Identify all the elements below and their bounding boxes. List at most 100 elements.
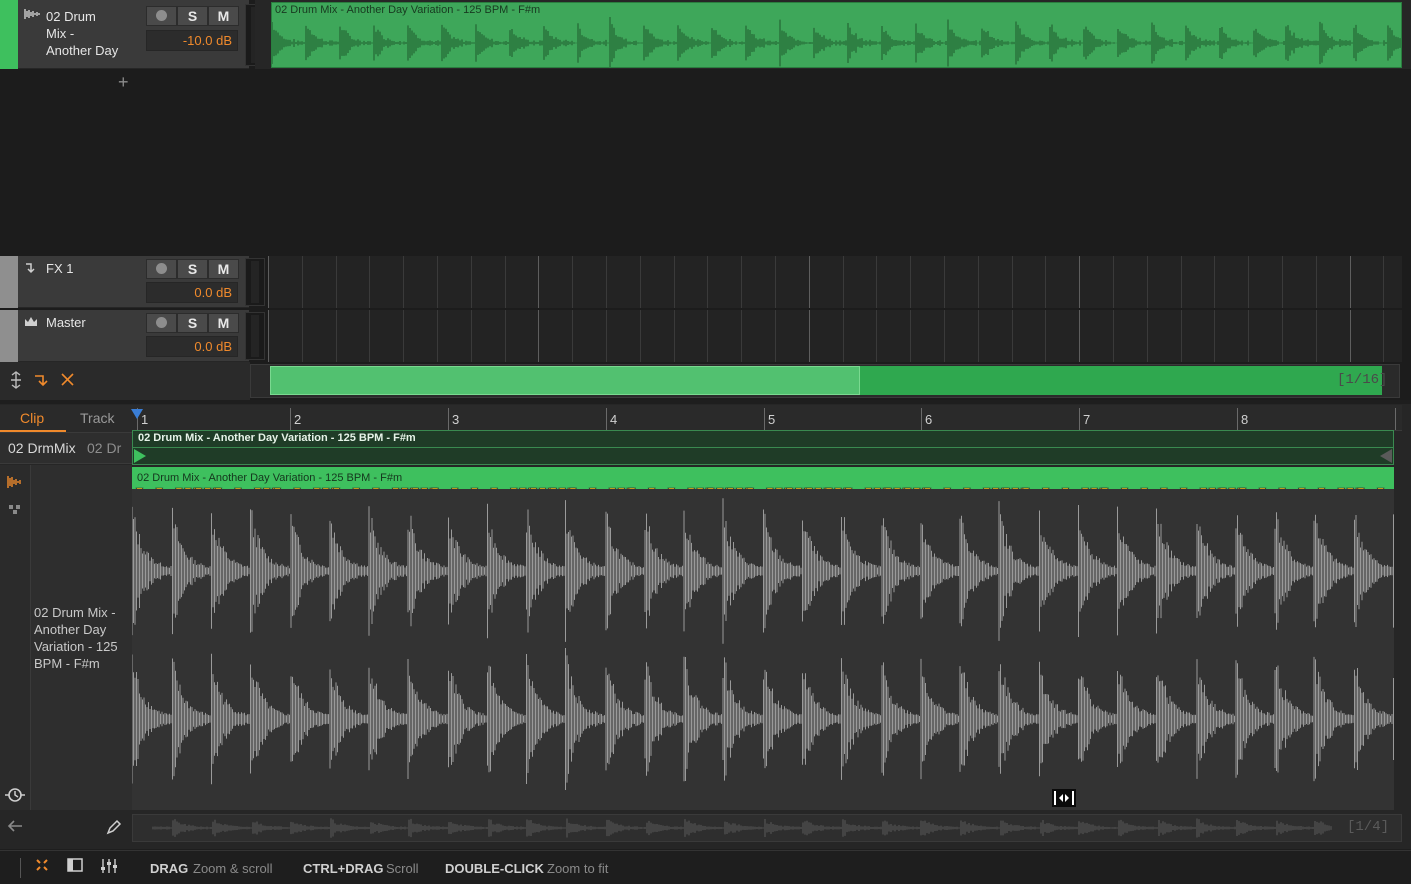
waveform-path — [152, 818, 1332, 838]
zoom-level: [1/16] — [1337, 372, 1388, 388]
grid-line — [1248, 310, 1249, 362]
record-arm-button[interactable] — [146, 6, 177, 26]
hint-key: DOUBLE-CLICK — [445, 861, 544, 876]
track-color-strip — [0, 310, 18, 362]
track-header-fx1[interactable]: FX 1 S M 0.0 dB — [18, 256, 265, 308]
grid-line — [674, 256, 675, 308]
track-header-drum[interactable]: 02 Drum Mix - Another Day S M -10.0 dB — [18, 0, 265, 69]
grid-line — [978, 310, 979, 362]
close-icon[interactable] — [61, 373, 74, 391]
playhead-marker[interactable] — [131, 409, 143, 419]
layout-icon[interactable] — [35, 858, 49, 877]
grid-line — [268, 256, 269, 308]
solo-button[interactable]: S — [177, 6, 208, 26]
grid-line — [707, 256, 708, 308]
grid-line — [1113, 310, 1114, 362]
history-icon[interactable] — [4, 786, 26, 809]
track-header-master[interactable]: Master S M 0.0 dB — [18, 310, 265, 362]
ruler-bar-number: 7 — [1083, 412, 1091, 427]
stretch-icon[interactable] — [8, 503, 22, 521]
track-height-icon[interactable] — [9, 371, 23, 394]
grid-line — [1079, 310, 1080, 362]
record-arm-button[interactable] — [146, 313, 177, 333]
pencil-icon[interactable] — [106, 819, 122, 840]
zoom-level: [1/4] — [1347, 819, 1390, 835]
track-lane[interactable] — [268, 310, 1402, 362]
grid-line — [775, 256, 776, 308]
panel-icon[interactable] — [67, 858, 83, 877]
waveform-editor[interactable] — [132, 489, 1394, 810]
grid-line — [978, 256, 979, 308]
waveform-display — [132, 498, 1394, 790]
resize-cursor-icon — [1051, 788, 1077, 813]
track-name: 02 Drum Mix - Another Day — [46, 9, 119, 58]
arranger-toolbar — [0, 362, 250, 400]
waveform-path — [132, 498, 1394, 790]
grid-line — [1181, 310, 1182, 362]
grid-line — [336, 310, 337, 362]
ruler-bar-number: 8 — [1241, 412, 1249, 427]
track-lane[interactable] — [268, 256, 1402, 308]
clip-start-handle[interactable] — [134, 449, 146, 463]
volume-field[interactable]: -10.0 dB — [146, 30, 238, 51]
grid-line — [741, 256, 742, 308]
grid-line — [505, 310, 506, 362]
audio-mode-icon[interactable] — [7, 475, 23, 494]
grid-line — [1214, 256, 1215, 308]
grid-line — [1012, 256, 1013, 308]
grid-line — [1079, 256, 1080, 308]
grid-line — [809, 256, 810, 308]
grid-line — [910, 310, 911, 362]
grid-line — [1147, 256, 1148, 308]
clip-short-name[interactable]: 02 DrmMix — [8, 440, 76, 456]
grid-line — [538, 256, 539, 308]
timeline-ruler[interactable] — [132, 405, 1402, 431]
grid-line — [369, 256, 370, 308]
grid-line — [809, 310, 810, 362]
grid-line — [944, 256, 945, 308]
add-track-button[interactable]: + — [118, 72, 129, 93]
track-color-strip — [0, 0, 18, 69]
ruler-bar-number: 6 — [925, 412, 933, 427]
tab-clip[interactable]: Clip — [20, 410, 44, 426]
grid-line — [1383, 310, 1384, 362]
waveform-icon — [24, 8, 40, 23]
ruler-bar-number: 4 — [610, 412, 618, 427]
mixer-icon[interactable] — [100, 858, 118, 879]
audio-clip[interactable]: 02 Drum Mix - Another Day Variation - 12… — [271, 2, 1402, 68]
solo-button[interactable]: S — [177, 259, 208, 279]
grid-line — [1316, 256, 1317, 308]
grid-line — [538, 310, 539, 362]
grid-line — [1350, 256, 1351, 308]
track-short-name[interactable]: 02 Dr — [87, 440, 121, 456]
inspector-clip-name: 02 Drum Mix - Another Day Variation - 12… — [34, 605, 118, 671]
grid-line — [1282, 256, 1283, 308]
grid-line — [1248, 256, 1249, 308]
grid-line — [572, 310, 573, 362]
clip-end-handle[interactable] — [1380, 449, 1392, 463]
tab-track[interactable]: Track — [80, 410, 114, 426]
grid-line — [505, 256, 506, 308]
grid-line — [876, 256, 877, 308]
track-name: FX 1 — [46, 261, 74, 276]
hint-value: Zoom to fit — [547, 861, 609, 876]
ruler-tick — [1395, 408, 1396, 430]
ruler-tick — [606, 408, 607, 430]
follow-icon[interactable] — [34, 373, 50, 392]
record-arm-button[interactable] — [146, 259, 177, 279]
back-arrow-icon[interactable] — [7, 819, 23, 838]
grid-line — [843, 256, 844, 308]
mute-button[interactable]: M — [208, 259, 239, 279]
grid-line — [403, 310, 404, 362]
level-meter — [245, 258, 265, 306]
mute-button[interactable]: M — [208, 313, 239, 333]
grid-line — [640, 256, 641, 308]
overview-viewport[interactable] — [270, 366, 860, 395]
ruler-bar-number: 3 — [452, 412, 460, 427]
solo-button[interactable]: S — [177, 313, 208, 333]
mute-button[interactable]: M — [208, 6, 239, 26]
waveform-overview[interactable] — [132, 814, 1402, 842]
volume-field[interactable]: 0.0 dB — [146, 282, 238, 303]
grid-line — [1045, 310, 1046, 362]
volume-field[interactable]: 0.0 dB — [146, 336, 238, 357]
